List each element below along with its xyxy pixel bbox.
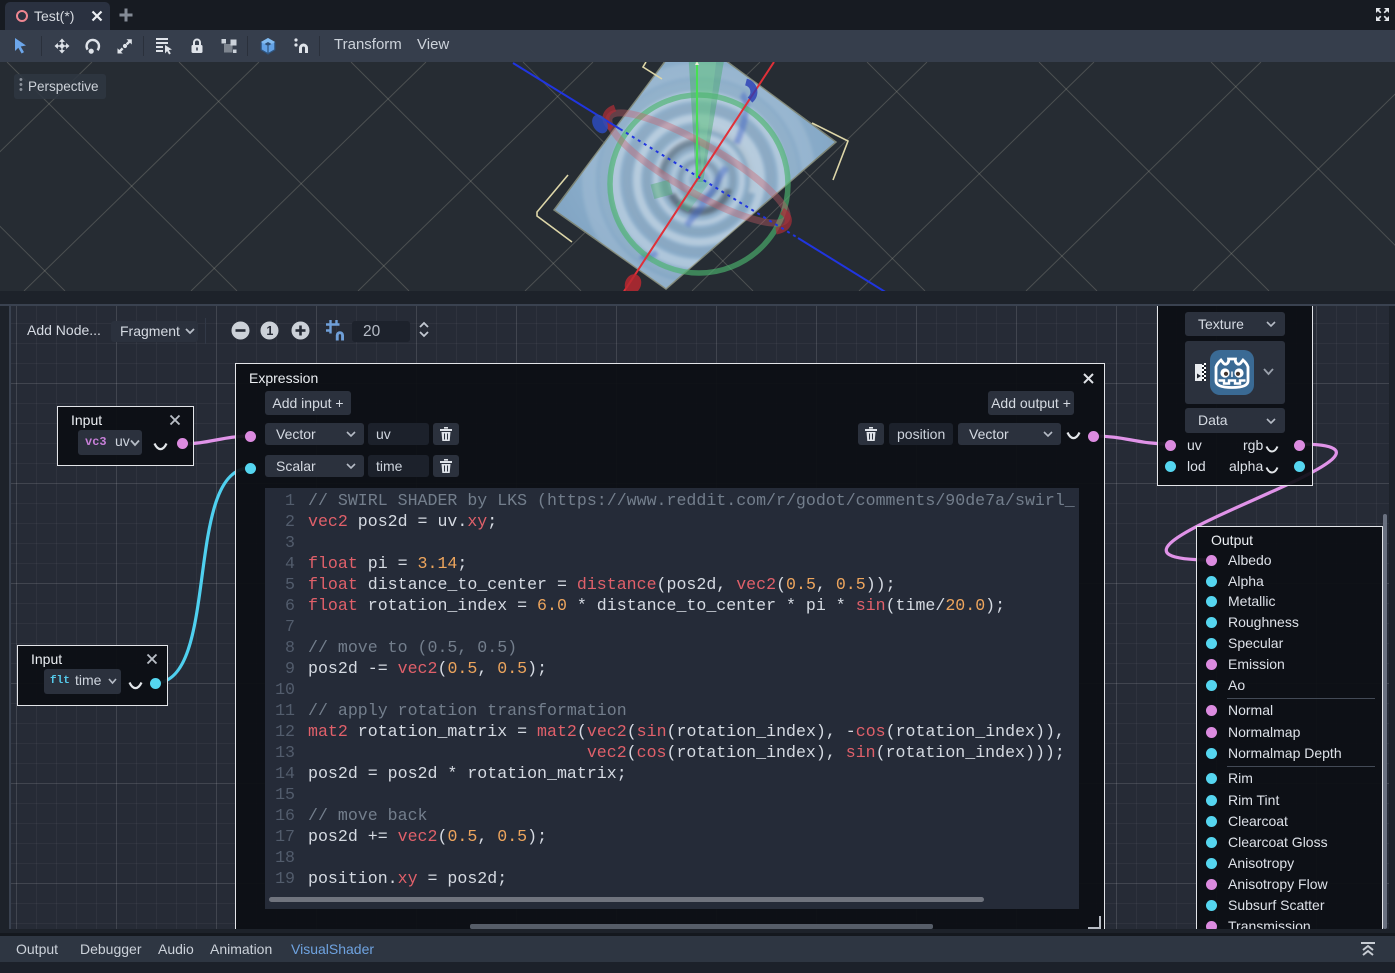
svg-text:1: 1	[266, 324, 273, 338]
